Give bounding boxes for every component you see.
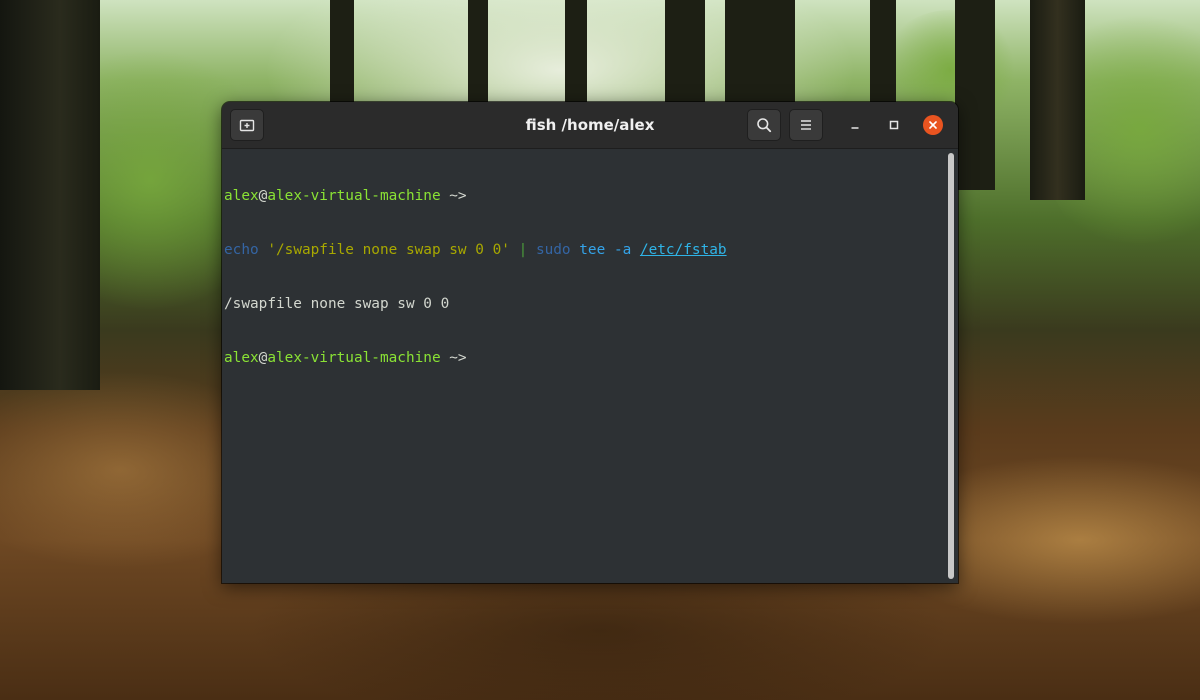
command-sudo: sudo [535, 242, 571, 258]
close-button[interactable] [923, 115, 943, 135]
prompt-cwd: ~> [440, 350, 467, 366]
wallpaper-tree [1030, 0, 1085, 200]
command-tee: tee [579, 242, 606, 258]
wallpaper-tree [0, 0, 100, 390]
wallpaper-tree [468, 0, 488, 110]
new-tab-icon [239, 119, 255, 132]
menu-button[interactable] [789, 109, 823, 141]
prompt-user: alex [224, 188, 259, 204]
wallpaper-tree [665, 0, 705, 110]
maximize-icon [889, 120, 899, 130]
command-flag: -a [613, 242, 632, 258]
terminal-content[interactable]: alex@alex-virtual-machine ~> echo '/swap… [222, 149, 958, 583]
command-path[interactable]: /etc/fstab [640, 242, 727, 258]
scrollbar[interactable] [948, 153, 954, 579]
maximize-button[interactable] [884, 115, 904, 135]
new-tab-button[interactable] [230, 109, 264, 141]
prompt-host: alex-virtual-machine [267, 188, 441, 204]
command-pipe: | [518, 242, 528, 258]
command-string-arg: '/swapfile none swap sw 0 0' [267, 242, 510, 258]
prompt-line: alex@alex-virtual-machine ~> [224, 349, 727, 367]
terminal-lines: alex@alex-virtual-machine ~> echo '/swap… [224, 151, 727, 403]
minimize-button[interactable] [845, 115, 865, 135]
wallpaper-tree [955, 0, 995, 190]
wallpaper-tree [870, 0, 896, 110]
command-line: echo '/swapfile none swap sw 0 0' | sudo… [224, 241, 727, 259]
hamburger-menu-icon [801, 120, 811, 130]
wallpaper-tree [330, 0, 354, 110]
terminal-window[interactable]: fish /home/alex alex@alex-virtual-machin… [222, 102, 958, 583]
wallpaper-tree [565, 0, 587, 110]
prompt-line: alex@alex-virtual-machine ~> [224, 187, 727, 205]
prompt-user: alex [224, 350, 259, 366]
output-line: /swapfile none swap sw 0 0 [224, 296, 450, 312]
search-button[interactable] [747, 109, 781, 141]
search-icon [757, 118, 772, 133]
headerbar[interactable]: fish /home/alex [222, 102, 958, 149]
prompt-cwd: ~> [440, 188, 467, 204]
command-echo: echo [224, 242, 259, 258]
desktop: fish /home/alex alex@alex-virtual-machin… [0, 0, 1200, 700]
wallpaper-tree [725, 0, 795, 110]
close-icon [929, 121, 937, 129]
minimize-icon [851, 127, 859, 129]
prompt-host: alex-virtual-machine [267, 350, 441, 366]
